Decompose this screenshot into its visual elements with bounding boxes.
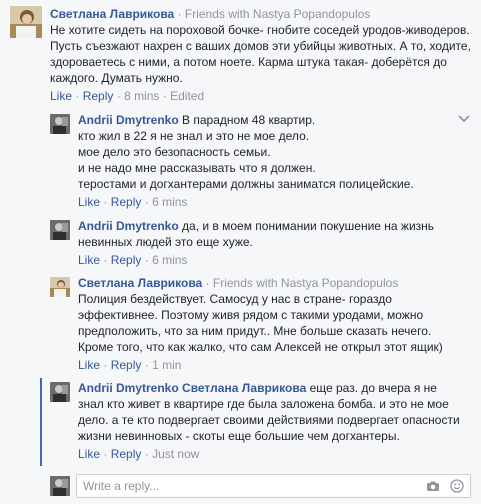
avatar-andrii[interactable] (50, 220, 70, 240)
like-button[interactable]: Like (78, 253, 100, 267)
comment-actions: Like · Reply · Just now (78, 446, 463, 462)
comment-actions: Like · Reply · 8 mins · Edited (50, 88, 471, 104)
reply-button[interactable]: Reply (83, 89, 114, 103)
timestamp[interactable]: 6 mins (152, 253, 187, 267)
reply-button[interactable]: Reply (111, 358, 142, 372)
like-button[interactable]: Like (78, 358, 100, 372)
comment-text: Andrii Dmytrenko В парадном 48 квартир. … (78, 112, 463, 192)
comment-body: Полиция бездействует. Самосуд у нас в ст… (78, 292, 443, 354)
comment-text: Andrii Dmytrenko Светлана Лаврикова еще … (78, 380, 463, 444)
reply-button[interactable]: Reply (111, 447, 142, 461)
separator-dot: · (75, 89, 80, 103)
separator-dot: · (144, 253, 149, 267)
separator-dot: · (116, 89, 121, 103)
like-button[interactable]: Like (78, 447, 100, 461)
friend-link[interactable]: Nastya Popandopulos (253, 7, 370, 21)
comment-actions: Like · Reply · 6 mins (78, 252, 463, 268)
friend-link[interactable]: Nastya Popandopulos (281, 276, 398, 290)
comment-author[interactable]: Andrii Dmytrenko (78, 113, 179, 127)
comment-body-line: и не надо мне рассказывать что я должен. (78, 161, 316, 175)
edited-label[interactable]: Edited (170, 89, 204, 103)
reply-input[interactable] (77, 475, 397, 497)
reply-icons (426, 479, 464, 493)
separator-dot: · (103, 447, 108, 461)
comment-body: Не хотите сидеть на пороховой бочке- гно… (50, 23, 471, 85)
comment-body-line: кто жил в 22 я не знал и это не мое дело… (78, 129, 310, 143)
comment-text: Andrii Dmytrenko да, и в моем понимании … (78, 218, 463, 250)
timestamp[interactable]: 8 mins (124, 89, 159, 103)
new-reply-indicator (40, 378, 42, 466)
timestamp[interactable]: 6 mins (152, 195, 187, 209)
comment-text: Светлана Лаврикова · Friends with Nastya… (78, 275, 463, 355)
comment-author[interactable]: Светлана Лаврикова (78, 276, 202, 290)
like-button[interactable]: Like (50, 89, 72, 103)
separator-dot: · (162, 89, 167, 103)
comment-body-line: В парадном 48 квартир. (182, 113, 316, 127)
timestamp[interactable]: 1 min (152, 358, 181, 372)
comment-body-line: мое дело это безопасность семьи. (78, 145, 271, 159)
avatar-andrii[interactable] (50, 382, 70, 402)
comment-author[interactable]: Светлана Лаврикова (50, 7, 174, 21)
avatar-current-user (50, 476, 70, 496)
avatar-svetlana[interactable] (50, 277, 70, 297)
friends-with-label: · Friends with (174, 7, 253, 21)
separator-dot: · (144, 195, 149, 209)
separator-dot: · (103, 195, 108, 209)
comment-actions: Like · Reply · 1 min (78, 357, 463, 373)
reply-button[interactable]: Reply (111, 253, 142, 267)
timestamp[interactable]: Just now (152, 447, 199, 461)
comment-author[interactable]: Andrii Dmytrenko (78, 381, 179, 395)
avatar-svetlana[interactable] (10, 6, 42, 38)
avatar-andrii[interactable] (50, 114, 70, 134)
separator-dot: · (103, 358, 108, 372)
reply-button[interactable]: Reply (111, 195, 142, 209)
separator-dot: · (144, 358, 149, 372)
comment-actions: Like · Reply · 6 mins (78, 194, 463, 210)
reply-composer[interactable] (76, 474, 471, 498)
friends-with-label: · Friends with (202, 276, 281, 290)
camera-icon[interactable] (426, 479, 440, 493)
like-button[interactable]: Like (78, 195, 100, 209)
separator-dot: · (144, 447, 149, 461)
comment-body-line: теростами и догхантерами должны заниматс… (78, 177, 414, 191)
emoji-icon[interactable] (450, 479, 464, 493)
comment-author[interactable]: Andrii Dmytrenko (78, 219, 179, 233)
comment-text: Светлана Лаврикова · Friends with Nastya… (50, 6, 471, 86)
separator-dot: · (103, 253, 108, 267)
mention-link[interactable]: Светлана Лаврикова (182, 381, 306, 395)
